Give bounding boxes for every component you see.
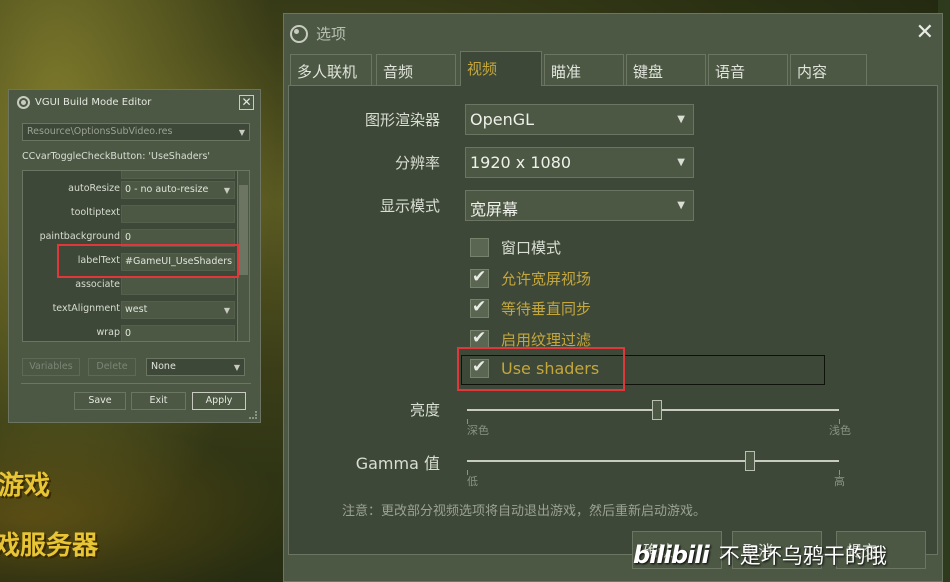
property-name: tooltiptext (70, 207, 120, 218)
property-name: textAlignment (52, 303, 120, 314)
checkbox-label: 窗口模式 (501, 239, 562, 257)
steam-icon (17, 96, 30, 109)
slider-thumb[interactable] (652, 400, 662, 420)
checkbox-box[interactable] (470, 238, 489, 257)
vgui-title-bar: VGUI Build Mode Editor (17, 96, 151, 109)
resize-grip[interactable] (249, 411, 257, 419)
renderer-label: 图形渲染器 (364, 111, 440, 129)
highlight-box-labeltext (57, 244, 239, 278)
display-mode-select[interactable]: 宽屏幕 ▼ (465, 190, 694, 221)
renderer-select[interactable]: OpenGL ▼ (465, 104, 694, 135)
renderer-value: OpenGL (470, 110, 535, 129)
property-row: wrap 0 (23, 323, 238, 341)
slider-min-label: 低 (467, 475, 478, 488)
property-name: wrap (96, 327, 120, 338)
checkbox-vsync[interactable]: 等待垂直同步 (470, 297, 592, 319)
bilibili-logo: bilibili (633, 541, 710, 569)
divider (21, 383, 251, 384)
variables-button[interactable]: Variables (22, 358, 80, 376)
close-icon[interactable]: ✕ (916, 20, 934, 45)
none-select[interactable]: None ▼ (146, 358, 245, 376)
chevron-down-icon: ▼ (238, 128, 245, 137)
delete-button[interactable]: Delete (88, 358, 136, 376)
tab-multiplayer[interactable]: 多人联机 (290, 54, 372, 85)
property-row: autoResize 0 - no auto-resize ▼ (23, 179, 238, 201)
background-menu-text: 戏服务器 (0, 531, 99, 561)
chevron-down-icon: ▼ (223, 306, 230, 315)
chevron-down-icon: ▼ (677, 200, 685, 211)
property-row: textAlignment west ▼ (23, 299, 238, 321)
property-value-text: west (125, 304, 148, 315)
tab-voice[interactable]: 语音 (708, 54, 788, 85)
property-value[interactable] (121, 171, 235, 179)
checkbox-box[interactable] (470, 297, 489, 318)
slider-thumb[interactable] (745, 451, 755, 471)
slider-min-label: 深色 (467, 424, 489, 437)
resource-file-select[interactable]: Resource\OptionsSubVideo.res ▼ (22, 123, 250, 141)
slider-max-label: 浅色 (829, 424, 851, 437)
options-title: 选项 (316, 25, 347, 43)
tab-audio[interactable]: 音频 (376, 54, 456, 85)
chevron-down-icon: ▼ (233, 363, 240, 372)
chevron-down-icon: ▼ (677, 157, 685, 168)
property-row: associate (23, 275, 238, 297)
resolution-value: 1920 x 1080 (470, 153, 572, 172)
checkbox-widescreen-fov[interactable]: 允许宽屏视场 (470, 267, 592, 289)
none-select-value: None (151, 361, 176, 372)
watermark-author: 不是坏乌鸦干的哦 (718, 544, 887, 568)
property-value-text: 0 - no auto-resize (125, 184, 209, 195)
property-value-dropdown[interactable]: west ▼ (121, 301, 235, 319)
checkbox-label: 等待垂直同步 (501, 300, 592, 318)
save-button[interactable]: Save (74, 392, 126, 410)
brightness-label: 亮度 (409, 401, 440, 419)
chevron-down-icon: ▼ (223, 186, 230, 195)
checkbox-windowed[interactable]: 窗口模式 (470, 237, 561, 258)
video-watermark: bilibili 不是坏乌鸦干的哦 (633, 540, 887, 570)
video-settings-panel: 图形渲染器 OpenGL ▼ 分辨率 1920 x 1080 ▼ 显示模式 宽屏… (288, 85, 938, 555)
options-window: 选项 ✕ 多人联机 音频 视频 瞄准 键盘 语音 内容 图形渲染器 OpenGL… (283, 13, 943, 582)
tab-content[interactable]: 内容 (790, 54, 867, 85)
property-value-dropdown[interactable]: 0 - no auto-resize ▼ (121, 181, 235, 199)
exit-button[interactable]: Exit (131, 392, 186, 410)
chevron-down-icon: ▼ (677, 114, 685, 125)
options-title-bar: 选项 (290, 23, 346, 44)
property-name: autoResize (68, 183, 120, 194)
slider-track (467, 460, 839, 462)
slider-max-label: 高 (834, 475, 845, 488)
property-name: paintbackground (39, 231, 120, 242)
brightness-slider[interactable]: 深色 浅色 (467, 400, 851, 437)
selected-control-class: CCvarToggleCheckButton: 'UseShaders' (22, 151, 211, 162)
tab-aim[interactable]: 瞄准 (544, 54, 624, 85)
scrollbar-thumb[interactable] (239, 185, 248, 275)
gamma-label: Gamma 值 (355, 454, 440, 473)
resolution-select[interactable]: 1920 x 1080 ▼ (465, 147, 694, 178)
display-mode-label: 显示模式 (379, 197, 440, 215)
property-value-input[interactable] (121, 277, 235, 295)
property-row: tooltiptext (23, 203, 238, 225)
restart-note: 注意：更改部分视频选项将自动退出游戏，然后重新启动游戏。 (342, 504, 707, 519)
checkbox-box[interactable] (470, 267, 489, 288)
background-menu-text: 游戏 (0, 471, 51, 501)
vgui-editor-window: VGUI Build Mode Editor ✕ Resource\Option… (8, 89, 261, 423)
resolution-label: 分辨率 (394, 154, 440, 172)
vgui-title: VGUI Build Mode Editor (35, 97, 152, 108)
property-name: associate (75, 279, 120, 290)
checkbox-label: 允许宽屏视场 (501, 270, 592, 288)
gamma-slider[interactable]: 低 高 (467, 451, 845, 488)
tab-video[interactable]: 视频 (460, 51, 542, 86)
vgui-close-button[interactable]: ✕ (239, 95, 254, 110)
resource-file-value: Resource\OptionsSubVideo.res (27, 126, 173, 137)
property-value-input[interactable]: 0 (121, 325, 235, 341)
tab-keyboard[interactable]: 键盘 (626, 54, 706, 85)
property-value-input[interactable] (121, 205, 235, 223)
display-mode-value: 宽屏幕 (470, 200, 519, 219)
steam-icon (290, 24, 308, 43)
highlight-box-use-shaders (457, 347, 625, 391)
apply-button[interactable]: Apply (192, 392, 246, 410)
